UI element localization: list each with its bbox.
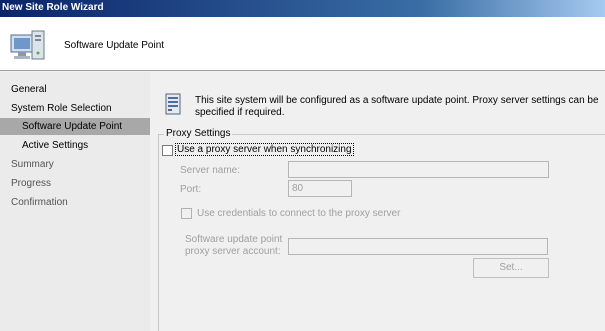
account-label-line2: proxy server account: <box>185 246 281 257</box>
port-field[interactable]: 80 <box>288 180 352 197</box>
page-title: Software Update Point <box>64 40 165 51</box>
window-title: New Site Role Wizard <box>2 2 104 13</box>
use-proxy-label[interactable]: Use a proxy server when synchronizing <box>175 143 354 156</box>
computer-icon <box>10 30 45 60</box>
close-button[interactable] <box>571 0 587 17</box>
use-proxy-checkbox[interactable] <box>162 145 173 156</box>
proxy-account-field[interactable] <box>288 238 548 255</box>
nav-item-label: Software Update Point <box>22 121 123 132</box>
nav-item-confirmation[interactable]: Confirmation <box>11 197 68 208</box>
server-name-label: Server name: <box>180 165 241 176</box>
nav-item-progress[interactable]: Progress <box>11 178 51 189</box>
info-description: This site system will be configured as a… <box>195 95 599 118</box>
proxy-settings-legend: Proxy Settings <box>164 128 233 139</box>
use-credentials-checkbox[interactable] <box>181 208 192 219</box>
port-label: Port: <box>180 184 202 195</box>
server-name-field[interactable] <box>288 161 549 178</box>
account-label-line1: Software update point <box>185 234 283 245</box>
server-icon <box>165 93 181 115</box>
nav-item-summary[interactable]: Summary <box>11 159 54 170</box>
main-content: This site system will be configured as a… <box>150 72 605 331</box>
nav-item-software-update-point[interactable]: Software Update Point <box>0 118 150 135</box>
wizard-header: Software Update Point <box>0 17 605 71</box>
set-button[interactable]: Set... <box>473 258 549 278</box>
nav-item-active-settings[interactable]: Active Settings <box>22 140 88 151</box>
use-credentials-label[interactable]: Use credentials to connect to the proxy … <box>197 208 400 219</box>
nav-item-system-role-selection[interactable]: System Role Selection <box>11 103 112 114</box>
wizard-nav: Software Update Point General System Rol… <box>0 72 150 331</box>
nav-item-general[interactable]: General <box>11 84 47 95</box>
title-bar[interactable]: New Site Role Wizard <box>0 0 605 17</box>
